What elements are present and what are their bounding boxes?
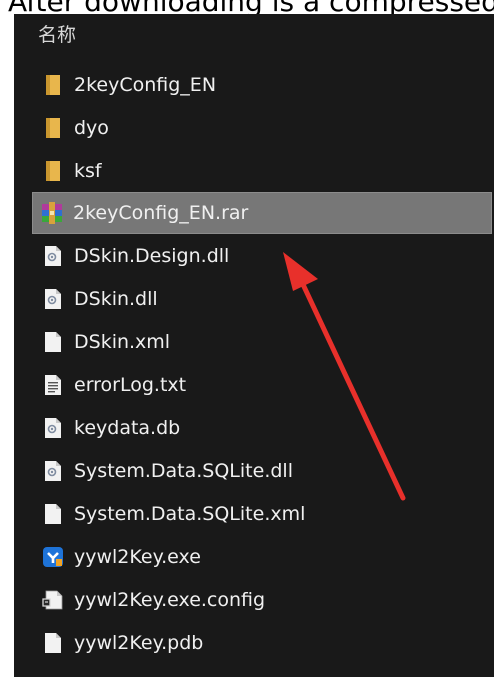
- blank-file-icon: [42, 329, 64, 355]
- file-name: errorLog.txt: [74, 374, 187, 396]
- file-row-2keyconfig-en-rar[interactable]: 2keyConfig_EN.rar: [32, 192, 492, 234]
- text-file-icon: [42, 372, 64, 398]
- file-name: yywl2Key.pdb: [74, 632, 204, 654]
- file-row-yywl2key-pdb[interactable]: yywl2Key.pdb: [34, 622, 494, 664]
- file-row-keydata-db[interactable]: keydata.db: [34, 407, 494, 449]
- file-name: 2keyConfig_EN: [74, 74, 217, 96]
- dll-file-icon: [42, 243, 64, 269]
- file-name: System.Data.SQLite.dll: [74, 460, 293, 482]
- folder-icon: [42, 158, 64, 184]
- config-file-icon: [42, 587, 64, 613]
- file-row-2keyconfig-en-folder[interactable]: 2keyConfig_EN: [34, 64, 494, 106]
- file-name: yywl2Key.exe.config: [74, 589, 266, 611]
- file-row-system-data-sqlite-dll[interactable]: System.Data.SQLite.dll: [34, 450, 494, 492]
- file-row-dyo-folder[interactable]: dyo: [34, 107, 494, 149]
- file-name: ksf: [74, 160, 102, 182]
- dll-file-icon: [42, 286, 64, 312]
- file-row-yywl2key-exe-config[interactable]: yywl2Key.exe.config: [34, 579, 494, 621]
- file-name: DSkin.xml: [74, 331, 171, 353]
- column-header-name[interactable]: 名称: [38, 20, 76, 47]
- file-row-dskin-design-dll[interactable]: DSkin.Design.dll: [34, 235, 494, 277]
- folder-icon: [42, 115, 64, 141]
- db-file-icon: [42, 415, 64, 441]
- blank-file-icon: [42, 630, 64, 656]
- blank-file-icon: [42, 501, 64, 527]
- file-name: keydata.db: [74, 417, 181, 439]
- file-name: System.Data.SQLite.xml: [74, 503, 306, 525]
- folder-icon: [42, 72, 64, 98]
- file-row-system-data-sqlite-xml[interactable]: System.Data.SQLite.xml: [34, 493, 494, 535]
- file-row-yywl2key-exe[interactable]: yywl2Key.exe: [34, 536, 494, 578]
- file-name: yywl2Key.exe: [74, 546, 201, 568]
- dll-file-icon: [42, 458, 64, 484]
- exe-app-icon: [42, 544, 64, 570]
- file-name: DSkin.Design.dll: [74, 245, 230, 267]
- file-row-dskin-dll[interactable]: DSkin.dll: [34, 278, 494, 320]
- file-row-errorlog-txt[interactable]: errorLog.txt: [34, 364, 494, 406]
- file-name: 2keyConfig_EN.rar: [73, 202, 249, 224]
- file-explorer-list: 名称 2keyConfig_EN dyo ksf 2keyConfig_EN.r…: [14, 14, 494, 677]
- file-row-ksf-folder[interactable]: ksf: [34, 150, 494, 192]
- file-row-dskin-xml[interactable]: DSkin.xml: [34, 321, 494, 363]
- winrar-archive-icon: [41, 200, 63, 226]
- file-name: DSkin.dll: [74, 288, 158, 310]
- file-name: dyo: [74, 117, 109, 139]
